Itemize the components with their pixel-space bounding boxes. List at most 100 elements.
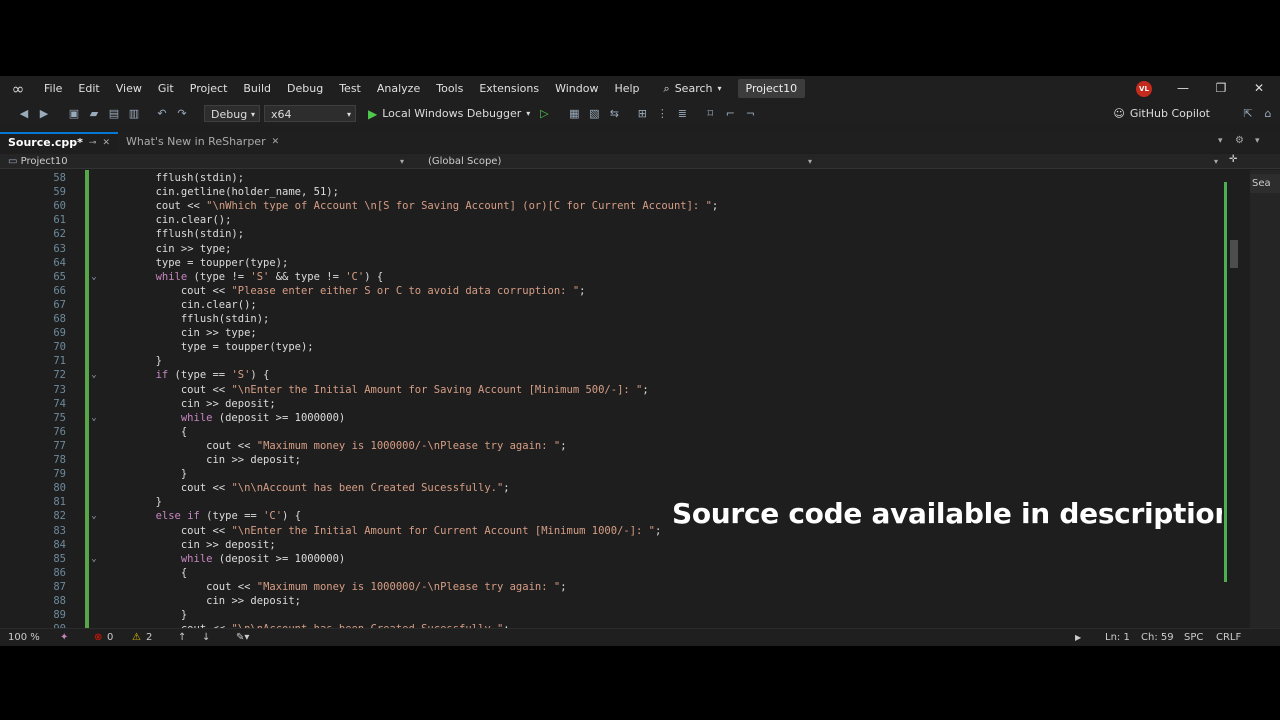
configuration-dropdown[interactable]: Debug ▾ bbox=[204, 105, 260, 122]
menu-edit[interactable]: Edit bbox=[70, 76, 107, 101]
fold-toggle-icon[interactable]: ⌄ bbox=[89, 270, 99, 284]
platform-dropdown[interactable]: x64 ▾ bbox=[264, 105, 356, 122]
comment-icon[interactable]: ⋮ bbox=[654, 106, 670, 122]
menu-test[interactable]: Test bbox=[331, 76, 369, 101]
search-button[interactable]: ⌕ Search ▾ bbox=[656, 82, 730, 96]
save-icon[interactable]: ▤ bbox=[106, 106, 122, 122]
search-panel-tab[interactable]: Sea bbox=[1250, 174, 1280, 193]
navigate-forward-icon[interactable]: ▶ bbox=[36, 106, 52, 122]
code-line[interactable]: 75 ⌄ while (deposit >= 1000000) bbox=[0, 411, 1222, 425]
menu-view[interactable]: View bbox=[108, 76, 150, 101]
menu-project[interactable]: Project bbox=[182, 76, 236, 101]
code-line[interactable]: 85 ⌄ while (deposit >= 1000000) bbox=[0, 552, 1222, 566]
pin-icon[interactable]: ⊸ bbox=[89, 133, 97, 153]
step-icon[interactable]: ⇆ bbox=[606, 106, 622, 122]
bookmark-icon[interactable]: ⌑ bbox=[702, 106, 718, 122]
maximize-icon[interactable]: ❐ bbox=[1202, 76, 1240, 101]
code-line[interactable]: 71 } bbox=[0, 354, 1222, 368]
scrollbar-thumb[interactable] bbox=[1230, 240, 1238, 268]
github-copilot-button[interactable]: ☺ GitHub Copilot bbox=[1113, 101, 1210, 126]
close-icon[interactable]: ✕ bbox=[1240, 76, 1278, 101]
zoom-level[interactable]: 100 % bbox=[8, 629, 40, 646]
warning-icon[interactable]: ⚠ bbox=[132, 629, 141, 646]
code-line[interactable]: 76 { bbox=[0, 425, 1222, 439]
close-icon[interactable]: ✕ bbox=[102, 133, 110, 153]
menu-window[interactable]: Window bbox=[547, 76, 606, 101]
menu-analyze[interactable]: Analyze bbox=[369, 76, 428, 101]
bookmark-prev-icon[interactable]: ⌐ bbox=[722, 106, 738, 122]
fold-toggle-icon[interactable]: ⌄ bbox=[89, 411, 99, 425]
tab-overflow-icon[interactable]: ▾ bbox=[1218, 136, 1223, 146]
code-editor[interactable]: 58 fflush(stdin); 59 cin.getline(holder_n… bbox=[0, 170, 1222, 628]
start-without-debugging-icon[interactable]: ▷ bbox=[536, 106, 552, 122]
tab-whats-new-resharper[interactable]: What's New in ReSharper ✕ bbox=[118, 132, 287, 152]
code-line[interactable]: 73 cout << "\nEnter the Initial Amount f… bbox=[0, 383, 1222, 397]
menu-tools[interactable]: Tools bbox=[428, 76, 471, 101]
navigate-back-icon[interactable]: ◀ bbox=[16, 106, 32, 122]
code-line[interactable]: 60 cout << "\nWhich type of Account \n[S… bbox=[0, 199, 1222, 213]
code-line[interactable]: 62 fflush(stdin); bbox=[0, 227, 1222, 241]
gear-icon[interactable]: ⚙ bbox=[1235, 135, 1244, 146]
menu-git[interactable]: Git bbox=[150, 76, 182, 101]
menu-help[interactable]: Help bbox=[606, 76, 647, 101]
member-combo[interactable]: ▾ bbox=[828, 154, 1224, 169]
code-line[interactable]: 58 fflush(stdin); bbox=[0, 171, 1222, 185]
chevron-down-icon[interactable]: ▾ bbox=[1255, 136, 1260, 146]
open-folder-icon[interactable]: ▰ bbox=[86, 106, 102, 122]
fold-toggle-icon[interactable]: ⌄ bbox=[89, 552, 99, 566]
code-line[interactable]: 64 type = toupper(type); bbox=[0, 256, 1222, 270]
code-line[interactable]: 74 cin >> deposit; bbox=[0, 397, 1222, 411]
code-line[interactable]: 70 type = toupper(type); bbox=[0, 340, 1222, 354]
menu-extensions[interactable]: Extensions bbox=[471, 76, 547, 101]
code-line[interactable]: 80 cout << "\n\nAccount has been Created… bbox=[0, 481, 1222, 495]
column-indicator[interactable]: Ch: 59 bbox=[1141, 629, 1174, 646]
arrow-up-icon[interactable]: ↑ bbox=[178, 629, 186, 646]
code-line[interactable]: 59 cin.getline(holder_name, 51); bbox=[0, 185, 1222, 199]
scope-combo[interactable]: (Global Scope) ▾ bbox=[420, 154, 818, 169]
redo-icon[interactable]: ↷ bbox=[174, 106, 190, 122]
code-line[interactable]: 86 { bbox=[0, 566, 1222, 580]
split-icon[interactable]: ✛ bbox=[1229, 154, 1237, 165]
code-line[interactable]: 89 } bbox=[0, 608, 1222, 622]
whitespace-mode[interactable]: SPC bbox=[1184, 629, 1203, 646]
close-icon[interactable]: ✕ bbox=[272, 132, 280, 152]
code-line[interactable]: 87 cout << "Maximum money is 1000000/-\n… bbox=[0, 580, 1222, 594]
code-line[interactable]: 66 cout << "Please enter either S or C t… bbox=[0, 284, 1222, 298]
brush-icon[interactable]: ✎▾ bbox=[236, 629, 249, 646]
code-line[interactable]: 68 fflush(stdin); bbox=[0, 312, 1222, 326]
warning-count[interactable]: 2 bbox=[146, 629, 152, 646]
find-icon[interactable]: ⊞ bbox=[634, 106, 650, 122]
code-line[interactable]: 88 cin >> deposit; bbox=[0, 594, 1222, 608]
minimize-icon[interactable]: — bbox=[1164, 76, 1202, 101]
code-line[interactable]: 77 cout << "Maximum money is 1000000/-\n… bbox=[0, 439, 1222, 453]
browse-icon[interactable]: ▦ bbox=[566, 106, 582, 122]
error-count[interactable]: 0 bbox=[107, 629, 113, 646]
arrow-down-icon[interactable]: ↓ bbox=[202, 629, 210, 646]
layout-icon[interactable]: ▧ bbox=[586, 106, 602, 122]
feedback-icon[interactable]: ⌂ bbox=[1260, 105, 1276, 121]
tab-source-cpp[interactable]: Source.cpp* ⊸ ✕ bbox=[0, 132, 119, 153]
menu-debug[interactable]: Debug bbox=[279, 76, 331, 101]
code-line[interactable]: 65 ⌄ while (type != 'S' && type != 'C') { bbox=[0, 270, 1222, 284]
avatar[interactable]: VL bbox=[1136, 81, 1152, 97]
code-line[interactable]: 72 ⌄ if (type == 'S') { bbox=[0, 368, 1222, 382]
start-debugging-button[interactable]: ▶ Local Windows Debugger ▾ bbox=[368, 107, 530, 121]
bookmark-next-icon[interactable]: ¬ bbox=[742, 106, 758, 122]
solution-explorer-collapsed[interactable]: Sea bbox=[1250, 170, 1280, 628]
menu-file[interactable]: File bbox=[36, 76, 70, 101]
code-line[interactable]: 61 cin.clear(); bbox=[0, 213, 1222, 227]
code-line[interactable]: 79 } bbox=[0, 467, 1222, 481]
share-icon[interactable]: ⇱ bbox=[1240, 105, 1256, 121]
code-line[interactable]: 69 cin >> type; bbox=[0, 326, 1222, 340]
line-indicator[interactable]: Ln: 1 bbox=[1105, 629, 1130, 646]
intellicode-icon[interactable]: ✦ bbox=[60, 629, 68, 646]
undo-icon[interactable]: ↶ bbox=[154, 106, 170, 122]
code-line[interactable]: 78 cin >> deposit; bbox=[0, 453, 1222, 467]
menu-build[interactable]: Build bbox=[235, 76, 279, 101]
save-all-icon[interactable]: ▥ bbox=[126, 106, 142, 122]
error-icon[interactable]: ⊗ bbox=[94, 629, 102, 646]
fold-toggle-icon[interactable]: ⌄ bbox=[89, 368, 99, 382]
fold-toggle-icon[interactable]: ⌄ bbox=[89, 509, 99, 523]
code-line[interactable]: 84 cin >> deposit; bbox=[0, 538, 1222, 552]
code-line[interactable]: 67 cin.clear(); bbox=[0, 298, 1222, 312]
